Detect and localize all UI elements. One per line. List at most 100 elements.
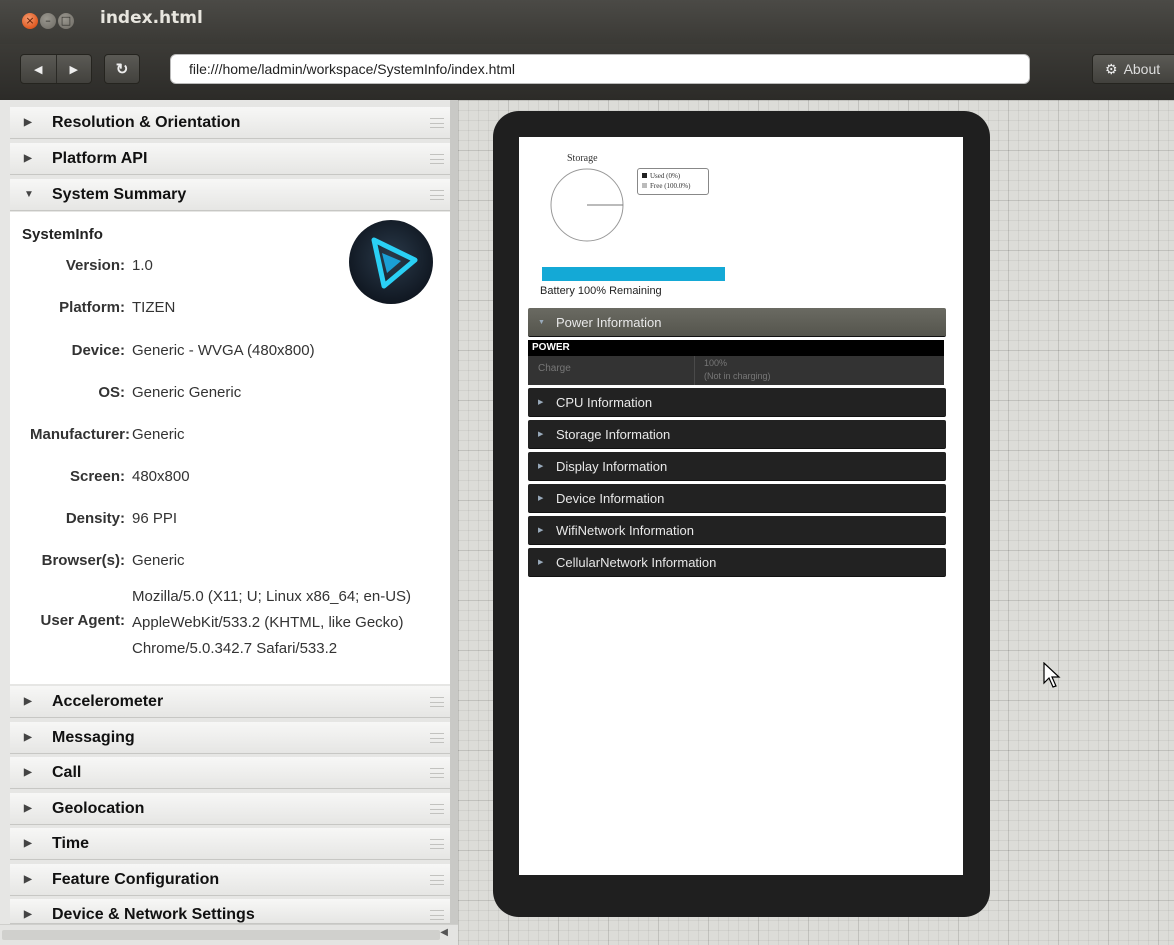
- panel-header-label: Feature Configuration: [52, 871, 220, 888]
- scrollbar-thumb[interactable]: [2, 930, 440, 940]
- panel-header-system-summary[interactable]: ▼ System Summary: [10, 179, 450, 211]
- summary-key: Density:: [65, 510, 125, 527]
- about-label: About: [1123, 61, 1161, 77]
- panel-header-platform-api[interactable]: ▶ Platform API: [10, 143, 450, 175]
- user-agent-line: AppleWebKit/533.2 (KHTML, like Gecko): [132, 614, 404, 631]
- chevron-down-icon: ▼: [538, 319, 545, 326]
- maximize-icon: □: [60, 14, 72, 27]
- summary-key: User Agent:: [40, 612, 125, 629]
- accordion-display-information[interactable]: ▶ Display Information: [528, 452, 946, 481]
- charge-value: 100% (Not in charging): [704, 357, 771, 383]
- summary-key: Version:: [65, 257, 125, 274]
- legend-label: Used (0%): [650, 172, 681, 180]
- gear-icon: ⚙: [1105, 61, 1118, 77]
- chevron-right-icon: ▶: [538, 463, 544, 470]
- back-arrow-icon: ◀: [34, 63, 43, 76]
- device-screen: Storage Used (0%) Free (100.0%) Battery …: [519, 137, 963, 875]
- user-agent-line: Mozilla/5.0 (X11; U; Linux x86_64; en-US…: [132, 588, 412, 605]
- charge-status: (Not in charging): [704, 371, 771, 381]
- window-minimize-button[interactable]: –: [40, 13, 56, 29]
- scroll-left-icon[interactable]: ◀: [440, 927, 448, 938]
- panel-header-geolocation[interactable]: ▶ Geolocation: [10, 793, 450, 825]
- expand-arrow-icon: ▶: [24, 874, 32, 885]
- accordion-cpu-information[interactable]: ▶ CPU Information: [528, 388, 946, 417]
- panel-header-call[interactable]: ▶ Call: [10, 757, 450, 789]
- accordion-cellularnetwork-information[interactable]: ▶ CellularNetwork Information: [528, 548, 946, 577]
- panel-header-messaging[interactable]: ▶ Messaging: [10, 722, 450, 754]
- column-divider: [694, 356, 695, 385]
- panel-header-label: Device & Network Settings: [52, 906, 255, 923]
- summary-row-screen: Screen: 480x800: [10, 468, 450, 488]
- about-button[interactable]: ⚙ About: [1092, 54, 1174, 84]
- close-icon: ×: [25, 14, 35, 27]
- forward-arrow-icon: ▶: [69, 63, 78, 76]
- drag-handle-icon[interactable]: [430, 733, 444, 743]
- window-titlebar: × – □ index.html: [0, 0, 1174, 44]
- chevron-right-icon: ▶: [538, 495, 544, 502]
- window-title: index.html: [100, 8, 203, 28]
- charge-percent: 100%: [704, 358, 728, 368]
- drag-handle-icon[interactable]: [430, 768, 444, 778]
- summary-value: 1.0: [132, 257, 153, 274]
- panel-header-accelerometer[interactable]: ▶ Accelerometer: [10, 686, 450, 718]
- browser-toolbar: ◀ ▶ ↻ file:///home/ladmin/workspace/Syst…: [0, 44, 1174, 100]
- panel-header-label: Resolution & Orientation: [52, 114, 241, 131]
- drag-handle-icon[interactable]: [430, 875, 444, 885]
- accordion-power-information[interactable]: ▼ Power Information: [528, 308, 946, 337]
- window-maximize-button[interactable]: □: [58, 13, 74, 29]
- horizontal-scrollbar[interactable]: ◀: [0, 924, 458, 945]
- drag-handle-icon[interactable]: [430, 910, 444, 920]
- summary-value: 96 PPI: [132, 510, 178, 527]
- window-close-button[interactable]: ×: [22, 13, 38, 29]
- panel-header-resolution-orientation[interactable]: ▶ Resolution & Orientation: [10, 107, 450, 139]
- drag-handle-icon[interactable]: [430, 839, 444, 849]
- legend-item-used: Used (0%): [642, 171, 704, 181]
- summary-row-browsers: Browser(s): Generic: [10, 552, 450, 572]
- collapse-arrow-icon: ▼: [24, 189, 34, 200]
- summary-heading: SystemInfo: [22, 226, 103, 243]
- panel-header-label: Platform API: [52, 150, 148, 167]
- panel-header-feature-configuration[interactable]: ▶ Feature Configuration: [10, 864, 450, 896]
- summary-row-version: Version: 1.0: [10, 257, 450, 277]
- summary-value: TIZEN: [132, 299, 176, 316]
- accordion-label: CPU Information: [556, 395, 653, 410]
- legend-item-free: Free (100.0%): [642, 181, 704, 191]
- chevron-right-icon: ▶: [538, 399, 544, 406]
- panel-header-time[interactable]: ▶ Time: [10, 828, 450, 860]
- expand-arrow-icon: ▶: [24, 838, 32, 849]
- charge-label: Charge: [538, 363, 571, 374]
- accordion-label: CellularNetwork Information: [556, 555, 717, 570]
- back-button[interactable]: ◀: [21, 55, 57, 83]
- accordion-label: Power Information: [556, 315, 662, 330]
- reload-button[interactable]: ↻: [104, 54, 140, 84]
- drag-handle-icon[interactable]: [430, 154, 444, 164]
- summary-row-device: Device: Generic - WVGA (480x800): [10, 342, 450, 362]
- url-field[interactable]: file:///home/ladmin/workspace/SystemInfo…: [170, 54, 1030, 84]
- battery-progress-bar: [542, 267, 725, 281]
- mouse-cursor-icon: [1043, 662, 1061, 688]
- forward-button[interactable]: ▶: [57, 55, 92, 83]
- panel-header-label: Geolocation: [52, 800, 145, 817]
- storage-legend: Used (0%) Free (100.0%): [637, 168, 709, 195]
- panel-header-device-network-settings[interactable]: ▶ Device & Network Settings: [10, 899, 450, 924]
- accordion-wifinetwork-information[interactable]: ▶ WifiNetwork Information: [528, 516, 946, 545]
- drag-handle-icon[interactable]: [430, 804, 444, 814]
- panel-header-label: Call: [52, 764, 82, 781]
- left-panel-scrollbar[interactable]: [450, 100, 458, 945]
- summary-value: 480x800: [132, 468, 190, 485]
- accordion-device-information[interactable]: ▶ Device Information: [528, 484, 946, 513]
- reload-icon: ↻: [115, 61, 129, 78]
- accordion-storage-information[interactable]: ▶ Storage Information: [528, 420, 946, 449]
- summary-value: Generic - WVGA (480x800): [132, 342, 315, 359]
- summary-row-density: Density: 96 PPI: [10, 510, 450, 530]
- chevron-right-icon: ▶: [538, 559, 544, 566]
- summary-row-platform: Platform: TIZEN: [10, 299, 450, 319]
- drag-handle-icon[interactable]: [430, 190, 444, 200]
- drag-handle-icon[interactable]: [430, 697, 444, 707]
- drag-handle-icon[interactable]: [430, 118, 444, 128]
- power-charge-row: Charge 100% (Not in charging): [528, 356, 944, 385]
- summary-value: Generic: [132, 426, 185, 443]
- expand-arrow-icon: ▶: [24, 803, 32, 814]
- summary-row-manufacturer: Manufacturer: Generic: [10, 426, 450, 446]
- summary-value: Generic: [132, 552, 185, 569]
